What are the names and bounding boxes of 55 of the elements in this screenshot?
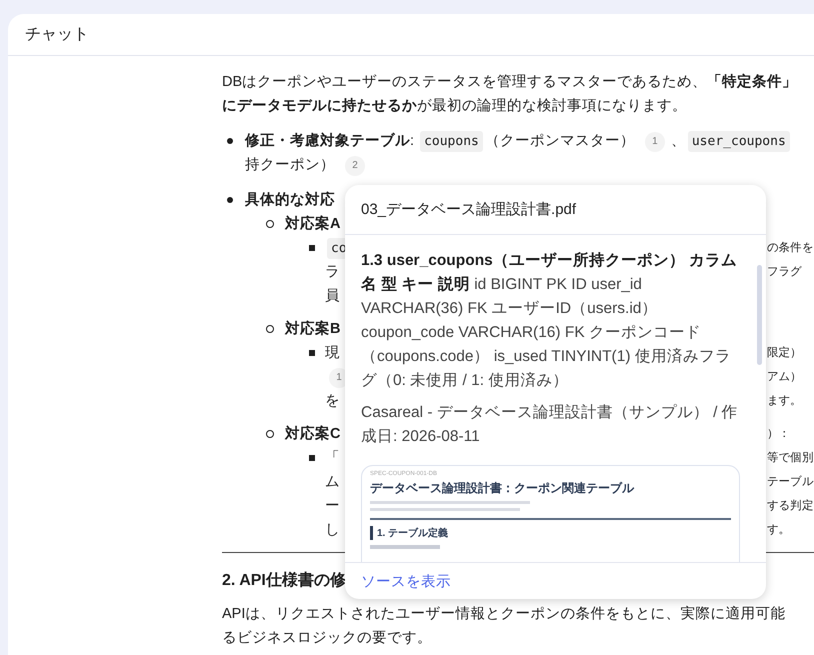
body-text: フラグ — [767, 265, 802, 280]
file-name: 03_データベース論理設計書.pdf — [361, 200, 576, 219]
body-text: DBはクーポンやユーザーのステータスを管理するマスターであるため、 — [222, 74, 708, 90]
body-text: 持クーポン） — [245, 157, 335, 173]
bullet-icon — [266, 325, 274, 333]
bold-text: 「特定条件」 — [707, 74, 798, 90]
body-text: ム — [325, 474, 340, 490]
body-text: が最初の論理的な検討事項になります。 — [417, 98, 687, 114]
bullet-icon — [309, 350, 315, 356]
body-text: 限定） — [767, 346, 802, 361]
body-text: （クーポンマスター） — [484, 133, 635, 149]
bold-text: 2. API仕様書の修 — [222, 572, 346, 589]
bold-text: 対応案C — [285, 426, 340, 442]
source-text: Casareal - データベース論理設計書（サンプル） / 作成日: 2026-08-11 — [361, 403, 739, 447]
body-text: 等で個別 — [767, 450, 814, 466]
body-text: ラ — [325, 264, 340, 280]
body-text: する判定 — [767, 498, 814, 514]
bold-text: 対応案B — [285, 321, 340, 337]
body-text: す。 — [767, 523, 790, 538]
body-text: し — [325, 522, 340, 538]
body-text: : — [410, 133, 416, 149]
bold-text: 対応案A — [285, 216, 340, 232]
section-heading: 1. テーブル定義 — [370, 526, 731, 540]
excerpt-text: 1.3 user_coupons（ユーザー所持クーポン） カラム名 型 キー 説明 id BIGINT PK ID user_id VARCHAR(36) FK ユーザーID（users.id） coupon_code VARCHAR(16) FK クーポンコード（coupons.code） is_used TINYINT(1) 使用済みフラグ（0: 未使用 / 1: 使用済み） — [361, 251, 738, 391]
bullet-icon — [309, 455, 315, 461]
bullet-icon — [227, 138, 233, 144]
code-chip: user_coupons — [688, 131, 790, 152]
body-text: 「 — [325, 450, 340, 466]
body-text: APIは、リクエストされたユーザー情報とクーポンの条件をもとに、実際に適用可能 — [222, 606, 786, 622]
text-line-drawing — [370, 545, 440, 549]
bold-text: 修正・考慮対象テーブル — [245, 133, 410, 149]
scrollbar-thumb[interactable] — [757, 265, 762, 365]
bullet-icon — [266, 430, 274, 438]
view-source-link[interactable]: ソースを表示 — [361, 572, 451, 590]
body-text: ー — [325, 498, 340, 514]
body-text: の条件を — [767, 240, 814, 256]
panel-title: チャット — [25, 25, 89, 45]
bold-text: にデータモデルに持たせるか — [222, 98, 417, 114]
body-text: 員 — [325, 288, 340, 304]
body-text: 、 — [670, 133, 686, 149]
bold-text: 具体的な対応 — [245, 192, 335, 208]
body-text: ます。 — [767, 394, 802, 409]
code-chip: coupons — [420, 131, 483, 152]
body-text: を — [325, 393, 340, 409]
citation-chip[interactable]: 2 — [345, 156, 365, 176]
bullet-icon — [309, 245, 315, 251]
body-text: ）： — [767, 427, 790, 442]
document-title: データベース論理設計書：クーポン関連テーブル — [370, 480, 636, 497]
body-text: るビジネスロジックの要です。 — [222, 630, 432, 646]
body-text: 現 — [325, 345, 340, 361]
body-text: アム） — [767, 370, 802, 385]
bullet-icon — [227, 197, 233, 203]
citation-chip[interactable]: 1 — [644, 132, 665, 152]
body-text: テーブル — [767, 474, 814, 490]
bullet-icon — [266, 220, 274, 228]
